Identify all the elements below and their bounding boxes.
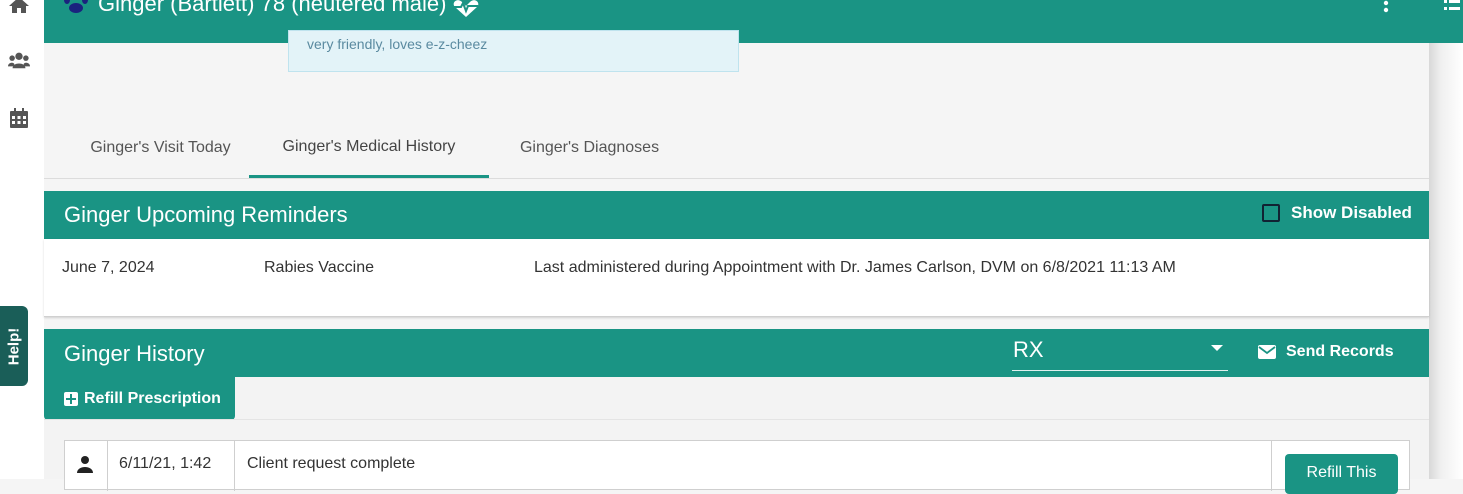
tab-diagnoses[interactable]: Ginger's Diagnoses bbox=[502, 118, 677, 178]
plus-square-icon bbox=[64, 391, 78, 406]
cell-divider bbox=[1271, 441, 1272, 491]
send-records-button[interactable]: Send Records bbox=[1258, 343, 1394, 361]
cell-divider bbox=[234, 441, 235, 491]
history-title: Ginger History bbox=[64, 341, 205, 366]
tab-label: Ginger's Visit Today bbox=[90, 139, 231, 156]
home-icon[interactable] bbox=[8, 0, 30, 16]
send-records-label: Send Records bbox=[1286, 343, 1394, 360]
clients-icon[interactable] bbox=[8, 49, 30, 71]
user-icon bbox=[77, 456, 93, 473]
reminder-detail: Last administered during Appointment wit… bbox=[534, 259, 1176, 276]
reminders-list: June 7, 2024 Rabies Vaccine Last adminis… bbox=[44, 239, 1429, 317]
show-disabled-label[interactable]: Show Disabled bbox=[1291, 203, 1412, 223]
patient-title: Ginger (Bartlett) 78 (neutered male) bbox=[98, 0, 479, 18]
history-row: 6/11/21, 1:42 Client request complete Re… bbox=[64, 440, 1410, 494]
cell-divider bbox=[107, 441, 108, 491]
reminder-name: Rabies Vaccine bbox=[264, 259, 374, 276]
help-label: Help! bbox=[5, 327, 23, 365]
history-description: Client request complete bbox=[247, 455, 416, 472]
history-date: 6/11/21, 1:42 bbox=[119, 455, 212, 472]
reminders-title: Ginger Upcoming Reminders bbox=[64, 202, 348, 227]
caret-down-icon bbox=[1211, 345, 1223, 351]
reminders-header: Ginger Upcoming Reminders Show Disabled bbox=[44, 191, 1429, 239]
refill-prescription-label: Refill Prescription bbox=[84, 389, 221, 407]
left-nav-rail bbox=[0, 0, 44, 479]
patient-name: Ginger (Bartlett) 78 (neutered male) bbox=[98, 0, 447, 16]
refill-prescription-button[interactable]: Refill Prescription bbox=[44, 377, 235, 420]
refill-this-label: Refill This bbox=[1306, 464, 1377, 481]
help-tab[interactable]: Help! bbox=[0, 306, 28, 386]
history-header: Ginger History RX Send Records bbox=[44, 329, 1429, 377]
kebab-menu-icon[interactable] bbox=[1381, 0, 1391, 18]
history-filter-value: RX bbox=[1013, 337, 1044, 362]
tab-visit-today[interactable]: Ginger's Visit Today bbox=[58, 118, 263, 178]
list-icon[interactable] bbox=[1444, 0, 1460, 12]
envelope-icon bbox=[1258, 345, 1276, 359]
calendar-icon[interactable] bbox=[8, 107, 30, 129]
heart-pulse-icon bbox=[453, 0, 478, 17]
tab-label: Ginger's Medical History bbox=[282, 137, 456, 155]
refill-this-button[interactable]: Refill This bbox=[1285, 454, 1398, 494]
reminder-date: June 7, 2024 bbox=[62, 259, 155, 276]
paw-icon bbox=[64, 0, 88, 13]
show-disabled-checkbox[interactable] bbox=[1262, 204, 1280, 222]
history-filter-select[interactable]: RX bbox=[1012, 329, 1228, 371]
patient-tabs: Ginger's Visit Today Ginger's Medical Hi… bbox=[44, 118, 1429, 179]
divider bbox=[44, 419, 1429, 420]
tab-label: Ginger's Diagnoses bbox=[519, 139, 660, 156]
note-text: very friendly, loves e-z-cheez bbox=[307, 36, 488, 52]
patient-note: very friendly, loves e-z-cheez bbox=[288, 30, 739, 72]
tab-medical-history[interactable]: Ginger's Medical History bbox=[249, 118, 489, 178]
right-drawer-edge bbox=[1429, 0, 1463, 479]
